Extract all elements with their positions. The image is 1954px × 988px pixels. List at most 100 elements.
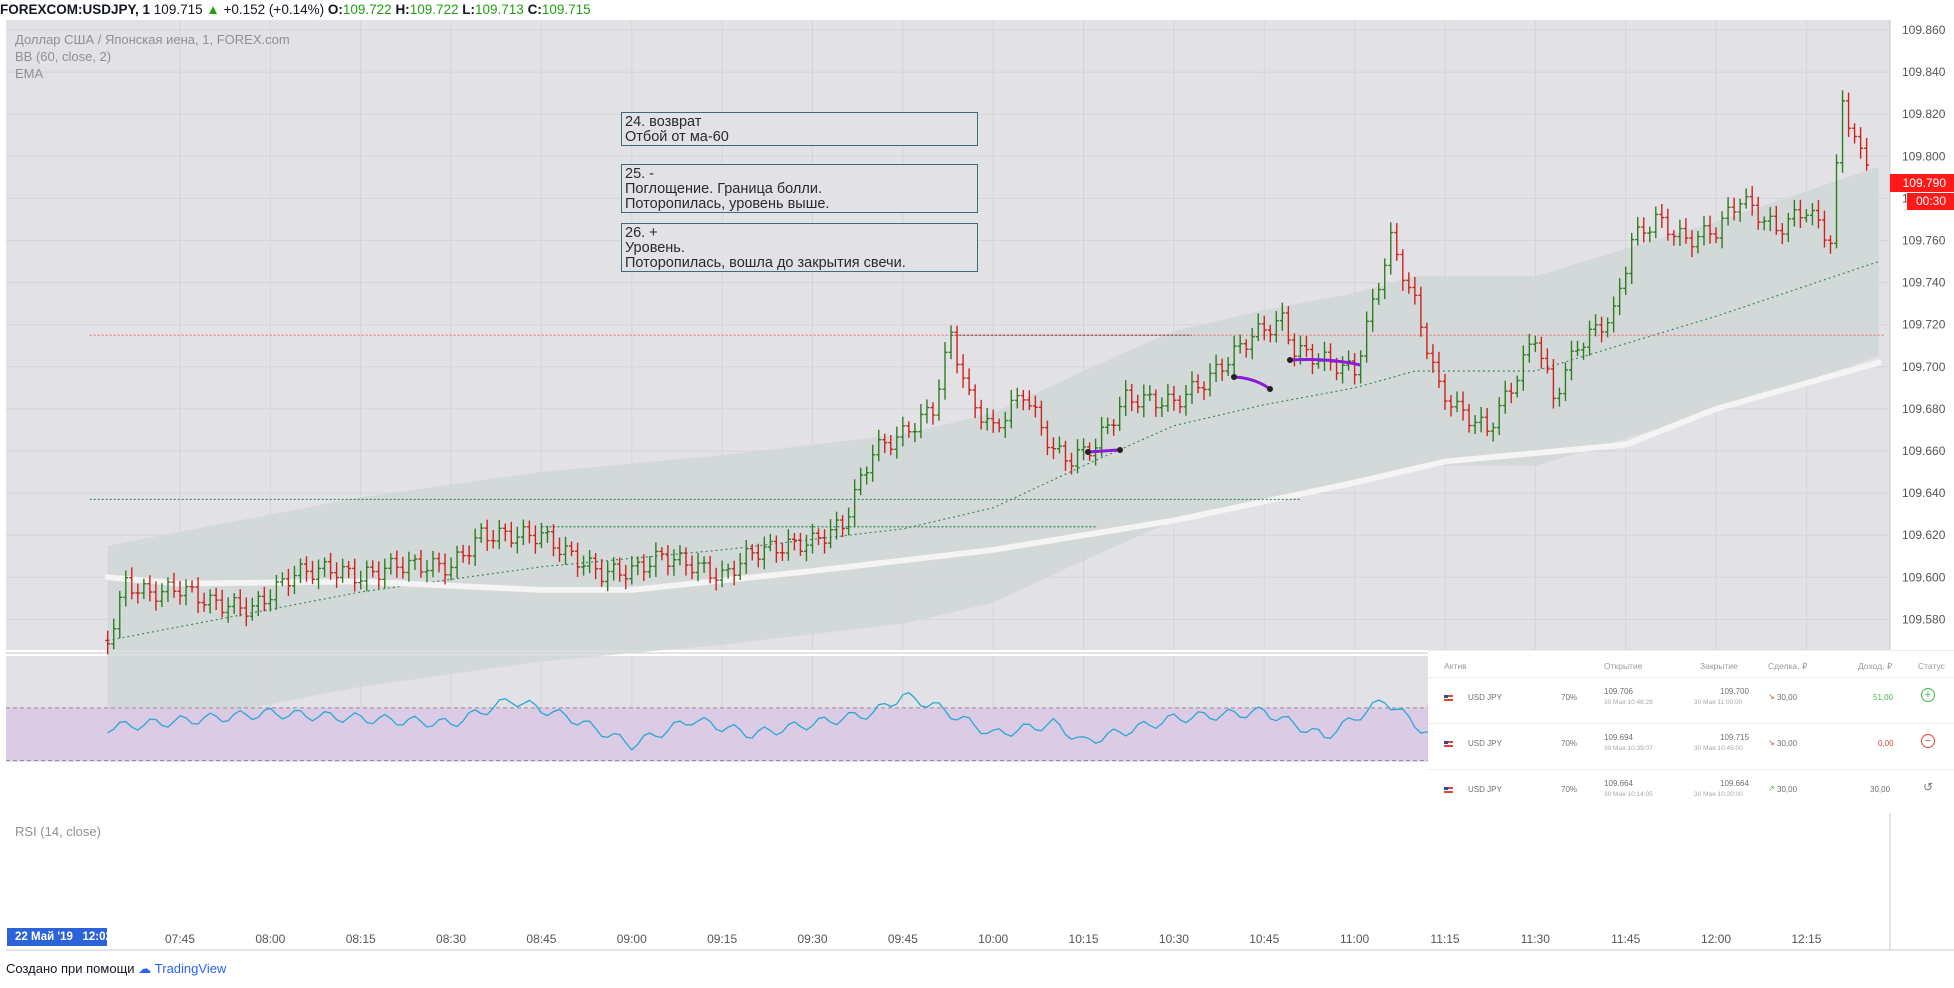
trade-close: 109.664: [1720, 779, 1749, 788]
col-income: Доход, ₽: [1858, 661, 1893, 671]
trade-close: 109.715: [1720, 733, 1749, 742]
note-line: 26. +: [625, 225, 658, 241]
trade-asset: USD JPY: [1468, 739, 1502, 748]
y-tick-label: 109.640: [1902, 486, 1946, 500]
x-tick-label: 11:15: [1430, 932, 1459, 946]
y-tick-label: 109.760: [1902, 234, 1946, 248]
note-line: Отбой от ма-60: [625, 129, 729, 145]
trade-close-time: 30 Мая 10:20:00: [1694, 791, 1743, 798]
col-deal: Сделка, ₽: [1768, 661, 1808, 671]
note-line: 24. возврат: [625, 114, 702, 130]
y-tick-label: 109.800: [1902, 149, 1946, 163]
trade-amount: 30,00: [1777, 739, 1798, 748]
tradingview-link[interactable]: TradingView: [155, 961, 227, 976]
trade-close-time: 30 Мая 10:45:00: [1694, 745, 1743, 752]
last-price-badge: 109.790: [1890, 174, 1954, 192]
candle-timer-badge: 00:30: [1907, 193, 1954, 210]
low-value: 109.713: [475, 2, 524, 17]
y-tick-label: 109.600: [1902, 570, 1946, 584]
x-tick-label: 10:45: [1249, 932, 1279, 946]
trade-direction-icon: ↗: [1768, 784, 1775, 793]
trade-asset: USD JPY: [1468, 693, 1502, 702]
y-tick-label: 109.720: [1902, 318, 1946, 332]
y-tick-label: 109.860: [1902, 23, 1946, 37]
close-label: C:: [527, 2, 542, 17]
trade-row[interactable]: USD JPY 70% 109.694 30 Мая 10:39:07 109.…: [1428, 723, 1954, 769]
trade-close-time: 30 Мая 11:00:00: [1694, 699, 1743, 706]
x-tick-label: 10:15: [1069, 932, 1099, 946]
note-line: Поторопилась, уровень выше.: [625, 196, 830, 212]
note-line: Уровень.: [625, 240, 685, 256]
trades-panel: Актив Открытие Закрытие Сделка, ₽ Доход,…: [1428, 650, 1954, 813]
y-tick-label: 109.740: [1902, 276, 1946, 290]
tradingview-logo-icon: ☁: [138, 961, 152, 976]
y-tick-label: 109.680: [1902, 402, 1946, 416]
trade-open: 109.694: [1604, 733, 1633, 742]
note-24[interactable]: 24. возврат Отбой от ма-60: [621, 112, 978, 146]
trade-open-time: 30 Мая 10:14:05: [1604, 791, 1653, 798]
us-flag-icon: [1444, 695, 1453, 701]
x-tick-label: 08:45: [526, 932, 556, 946]
y-tick-label: 109.700: [1902, 360, 1946, 374]
trade-percent: 70%: [1561, 693, 1578, 702]
us-flag-icon: [1444, 741, 1453, 747]
note-25[interactable]: 25. - Поглощение. Граница болли. Потороп…: [621, 164, 978, 213]
trade-point: [1231, 374, 1237, 380]
high-label: H:: [395, 2, 410, 17]
note-line: 25. -: [625, 166, 655, 182]
trade-open-time: 30 Мая 10:39:07: [1604, 745, 1653, 752]
trade-amount: 30,00: [1777, 693, 1798, 702]
x-tick-label: 08:30: [436, 932, 466, 946]
note-26[interactable]: 26. + Уровень. Поторопилась, вошла до за…: [621, 223, 978, 272]
status-loss-icon: −: [1921, 734, 1935, 748]
footer: Создано при помощи ☁ TradingView: [6, 961, 226, 977]
trade-percent: 70%: [1561, 739, 1578, 748]
col-open: Открытие: [1604, 661, 1643, 671]
trade-point: [1117, 447, 1123, 453]
trade-row[interactable]: USD JPY 70% 109.664 30 Мая 10:14:05 109.…: [1428, 769, 1954, 815]
x-tick-label: 10:30: [1159, 932, 1189, 946]
x-tick-label: 08:00: [255, 932, 285, 946]
x-tick-label: 11:00: [1340, 932, 1369, 946]
trade-asset: USD JPY: [1468, 785, 1502, 794]
trade-open-time: 30 Мая 10:48:28: [1604, 699, 1653, 706]
x-tick-label: 08:15: [346, 932, 376, 946]
x-tick-label: 09:00: [617, 932, 647, 946]
note-line: Поторопилась, вошла до закрытия свечи.: [625, 255, 906, 271]
ema-legend[interactable]: EMA: [15, 66, 43, 81]
trade-open: 109.664: [1604, 779, 1633, 788]
trade-arrow: [1087, 448, 1119, 454]
rsi-legend[interactable]: RSI (14, close): [15, 824, 101, 839]
col-status: Статус: [1918, 661, 1945, 671]
trade-point: [1085, 449, 1091, 455]
trade-amount: 30,00: [1777, 785, 1798, 794]
symbol-name[interactable]: FOREXCOM:USDJPY, 1: [0, 2, 150, 17]
trade-income: 51,00: [1873, 693, 1894, 702]
x-tick-label: 09:45: [888, 932, 918, 946]
footer-text: Создано при помощи: [6, 961, 135, 976]
y-tick-label: 109.620: [1902, 528, 1946, 542]
trade-direction-icon: ↘: [1768, 692, 1775, 701]
trade-percent: 70%: [1561, 785, 1578, 794]
bb-legend[interactable]: BB (60, close, 2): [15, 49, 111, 64]
symbol-header: FOREXCOM:USDJPY, 1 109.715 ▲ +0.152 (+0.…: [0, 0, 1954, 20]
x-tick-label: 11:45: [1611, 932, 1640, 946]
note-line: Поглощение. Граница болли.: [625, 181, 822, 197]
trade-row[interactable]: USD JPY 70% 109.706 30 Мая 10:48:28 109.…: [1428, 677, 1954, 723]
trade-close: 109.700: [1720, 687, 1749, 696]
x-tick-label: 12:15: [1791, 932, 1821, 946]
col-close: Закрытие: [1700, 661, 1738, 671]
change-arrow: ▲: [206, 2, 220, 17]
y-tick-label: 109.660: [1902, 444, 1946, 458]
x-tick-label: 12:00: [1701, 932, 1731, 946]
trade-income: 30,00: [1870, 785, 1891, 794]
x-tick-label: 07:45: [165, 932, 195, 946]
y-tick-label: 109.840: [1902, 65, 1946, 79]
x-tick-label: 11:30: [1521, 932, 1550, 946]
x-tick-label: 09:30: [797, 932, 827, 946]
open-value: 109.722: [342, 2, 392, 17]
y-tick-label: 109.580: [1902, 612, 1946, 626]
y-tick-label: 109.820: [1902, 107, 1946, 121]
chart-title[interactable]: Доллар США / Японская иена, 1, FOREX.com: [15, 32, 290, 47]
last-price: 109.715: [153, 2, 203, 17]
